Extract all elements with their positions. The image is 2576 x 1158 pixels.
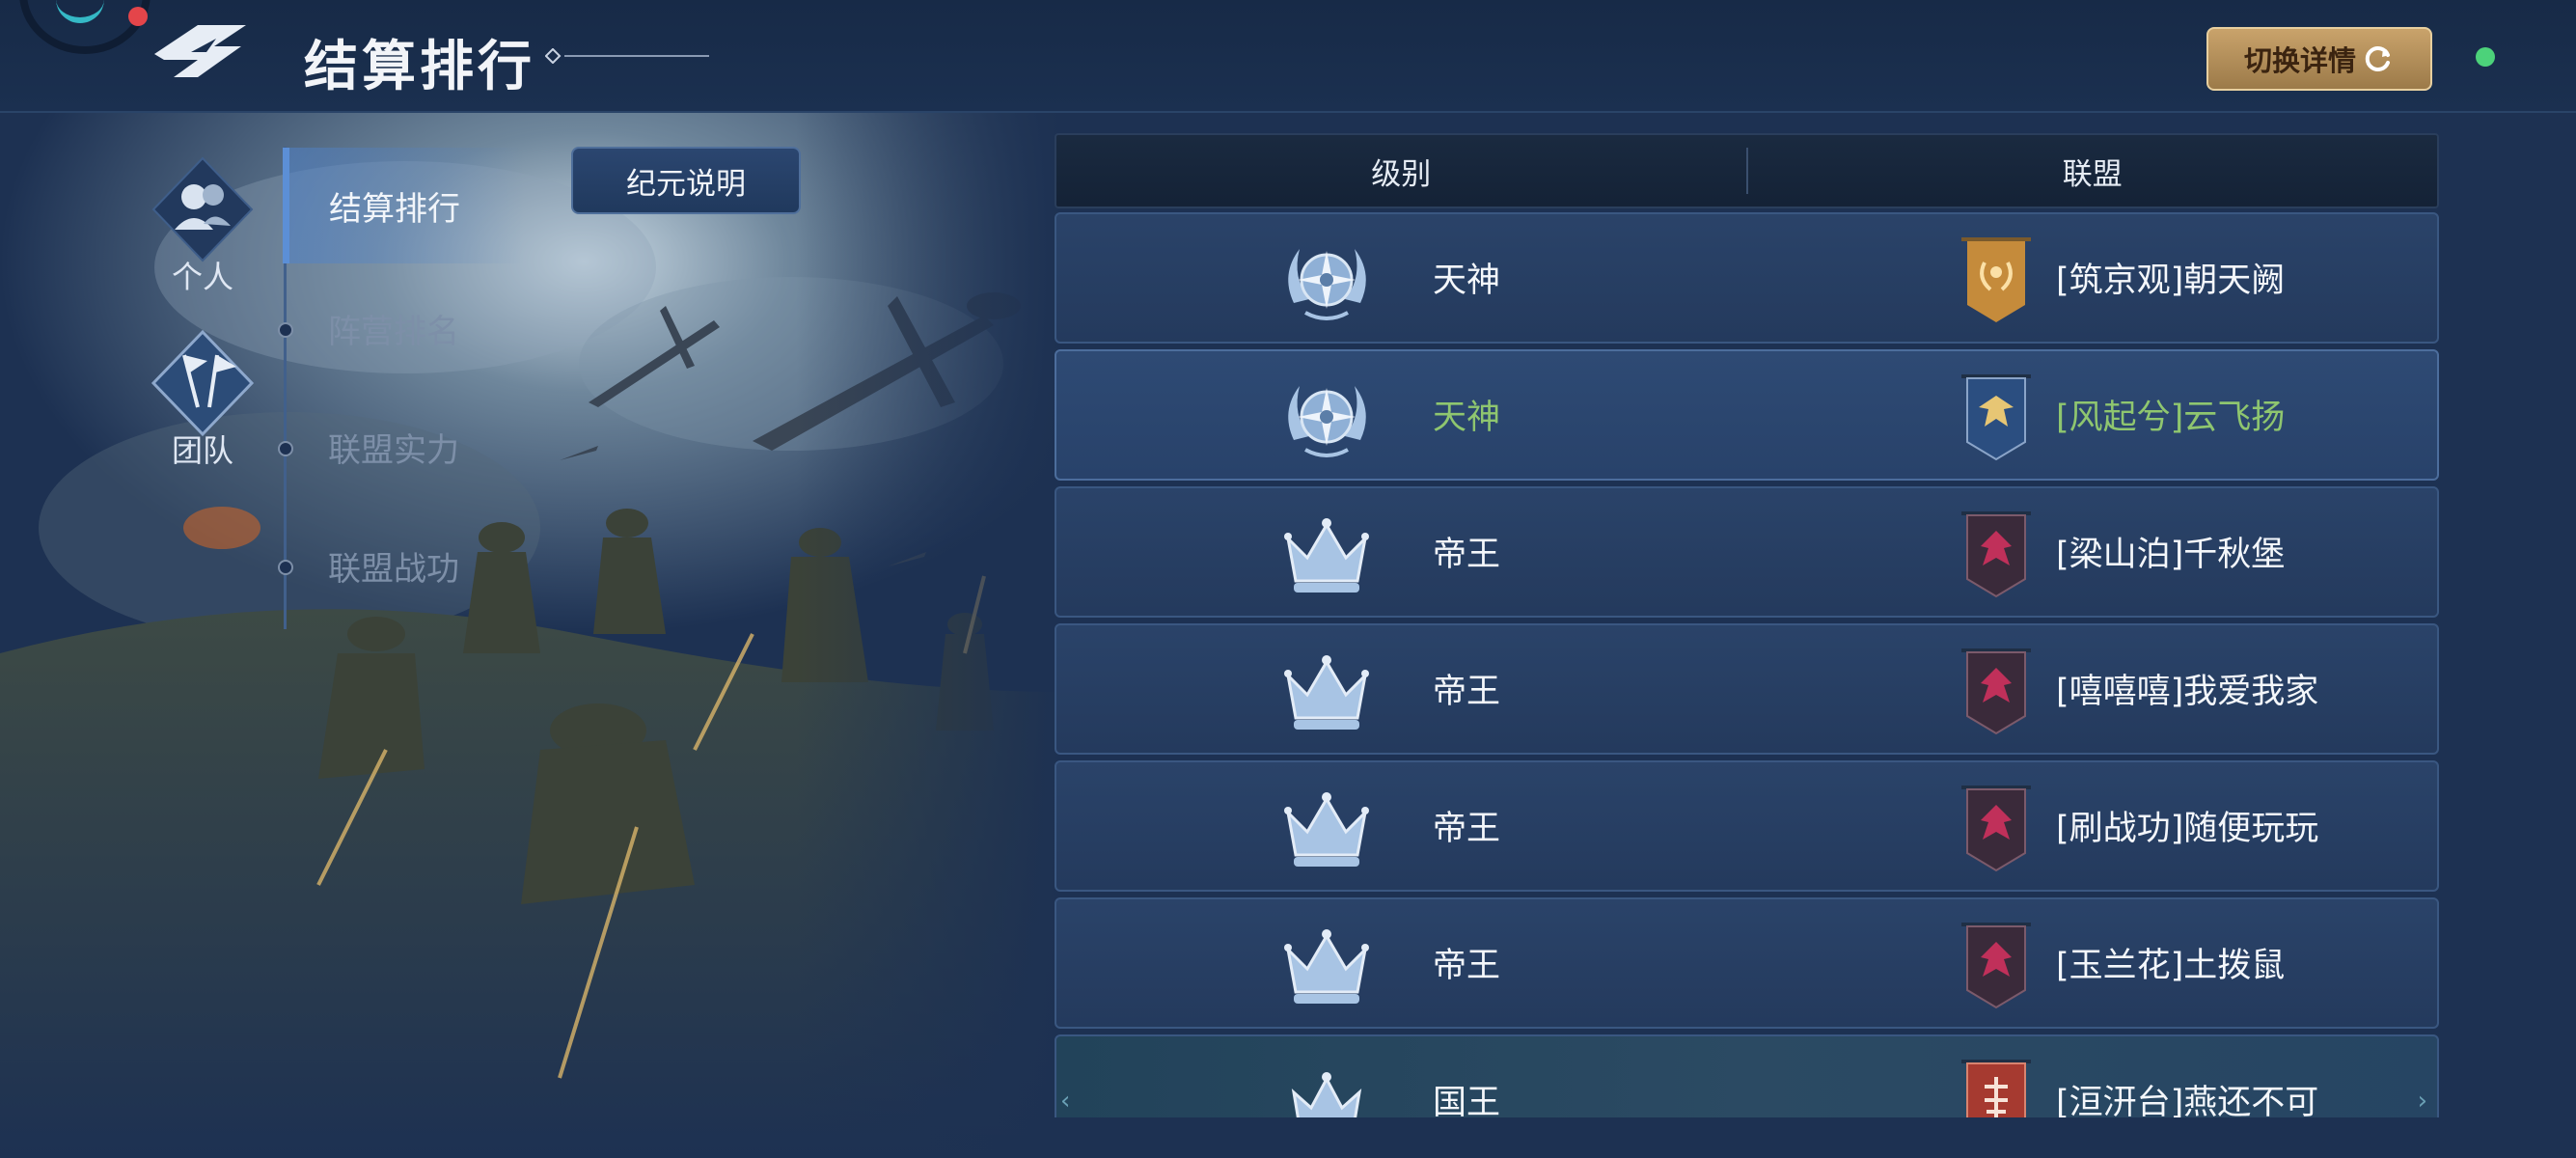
red-phoenix-banner-icon (1961, 511, 2031, 598)
subnav-label: 联盟实力 (328, 430, 459, 470)
table-row[interactable]: 帝王 [刷战功]随便玩玩 (1055, 760, 2439, 892)
rank-name: 帝王 (1433, 536, 1501, 574)
subnav-settlement-ranking[interactable]: 结算排行 (283, 148, 524, 263)
personal-icon (151, 156, 254, 262)
red-phoenix-banner-icon (1961, 923, 2031, 1009)
rank-name: 天神 (1433, 399, 1501, 437)
rank-name: 帝王 (1433, 810, 1501, 848)
alliance-name: [梁山泊]千秋堡 (2056, 536, 2286, 574)
page-title: 结算排行 (304, 36, 535, 98)
crown-icon (1284, 792, 1369, 867)
table-row-own[interactable]: 天神 [风起兮]云飞扬 (1055, 349, 2439, 481)
subnav-alliance-merit[interactable]: 联盟战功 (286, 508, 527, 623)
alliance-name: [嘻嘻嘻]我爱我家 (2056, 673, 2319, 711)
rank-name: 天神 (1433, 262, 1501, 300)
table-row[interactable]: 帝王 [嘻嘻嘻]我爱我家 (1055, 623, 2439, 755)
subnav-label: 阵营排名 (328, 312, 459, 351)
table-row[interactable]: 帝王 [梁山泊]千秋堡 (1055, 486, 2439, 618)
laurel-compass-icon (1288, 249, 1366, 320)
alliance-name: [洹汧台]燕还不可 (2056, 1084, 2319, 1117)
red-rune-banner-icon (1961, 1060, 2031, 1117)
subnav-label: 结算排行 (329, 189, 460, 229)
alliance-name: [刷战功]随便玩玩 (2056, 810, 2319, 848)
subnav-camp-ranking[interactable]: 阵营排名 (286, 270, 527, 386)
table-header: 级别 联盟 (1055, 133, 2439, 208)
red-phoenix-banner-icon (1961, 786, 2031, 872)
rank-name: 帝王 (1433, 947, 1501, 985)
era-info-button[interactable]: 纪元说明 (571, 147, 801, 214)
alliance-name: [玉兰花]土拨鼠 (2056, 947, 2286, 985)
red-phoenix-banner-icon (1961, 648, 2031, 735)
table-row[interactable]: 帝王 [玉兰花]土拨鼠 (1055, 897, 2439, 1029)
alliance-name: [筑京观]朝天阙 (2056, 262, 2286, 300)
top-bar: 结算排行 切换详情 (0, 0, 2576, 113)
switch-details-label: 切换详情 (2243, 44, 2356, 77)
refresh-icon (2365, 46, 2390, 71)
column-header-rank: 级别 (1371, 156, 1432, 192)
blue-eagle-banner-icon (1961, 374, 2031, 461)
category-team[interactable]: 团队 (140, 326, 265, 471)
subnav-label: 联盟战功 (328, 549, 459, 589)
online-status-dot (2476, 47, 2495, 67)
gold-laurel-banner-icon (1961, 237, 2031, 322)
alliance-name: [风起兮]云飞扬 (2056, 399, 2286, 437)
small-crown-icon (1291, 1072, 1362, 1117)
column-header-alliance: 联盟 (2062, 156, 2123, 192)
switch-details-button[interactable]: 切换详情 (2206, 27, 2432, 91)
table-row[interactable]: 天神 [筑京观]朝天阙 (1055, 212, 2439, 344)
table-row[interactable]: ‹ 国王 [洹汧台]燕还不可 › (1055, 1034, 2439, 1117)
ranking-table: 级别 联盟 天神 [筑京观]朝天阙 天神 [风起兮]云飞扬 帝王 [梁山泊]千秋… (1055, 133, 2439, 1117)
rank-name: 国王 (1433, 1084, 1501, 1117)
category-personal[interactable]: 个人 (140, 152, 265, 297)
title-divider-ornament (545, 48, 709, 64)
row-edge-arrow-left-icon: ‹ (1060, 1087, 1071, 1116)
row-edge-arrow-right-icon: › (2417, 1087, 2427, 1116)
table-rows[interactable]: 天神 [筑京观]朝天阙 天神 [风起兮]云飞扬 帝王 [梁山泊]千秋堡 帝王 [… (1055, 212, 2439, 1117)
crown-icon (1284, 929, 1369, 1004)
back-logo-icon[interactable] (145, 17, 256, 85)
laurel-compass-icon (1288, 386, 1366, 457)
crown-icon (1284, 518, 1369, 593)
crown-icon (1284, 655, 1369, 730)
subnav-alliance-strength[interactable]: 联盟实力 (286, 389, 527, 505)
rank-name: 帝王 (1433, 673, 1501, 711)
team-flags-icon (151, 329, 255, 437)
